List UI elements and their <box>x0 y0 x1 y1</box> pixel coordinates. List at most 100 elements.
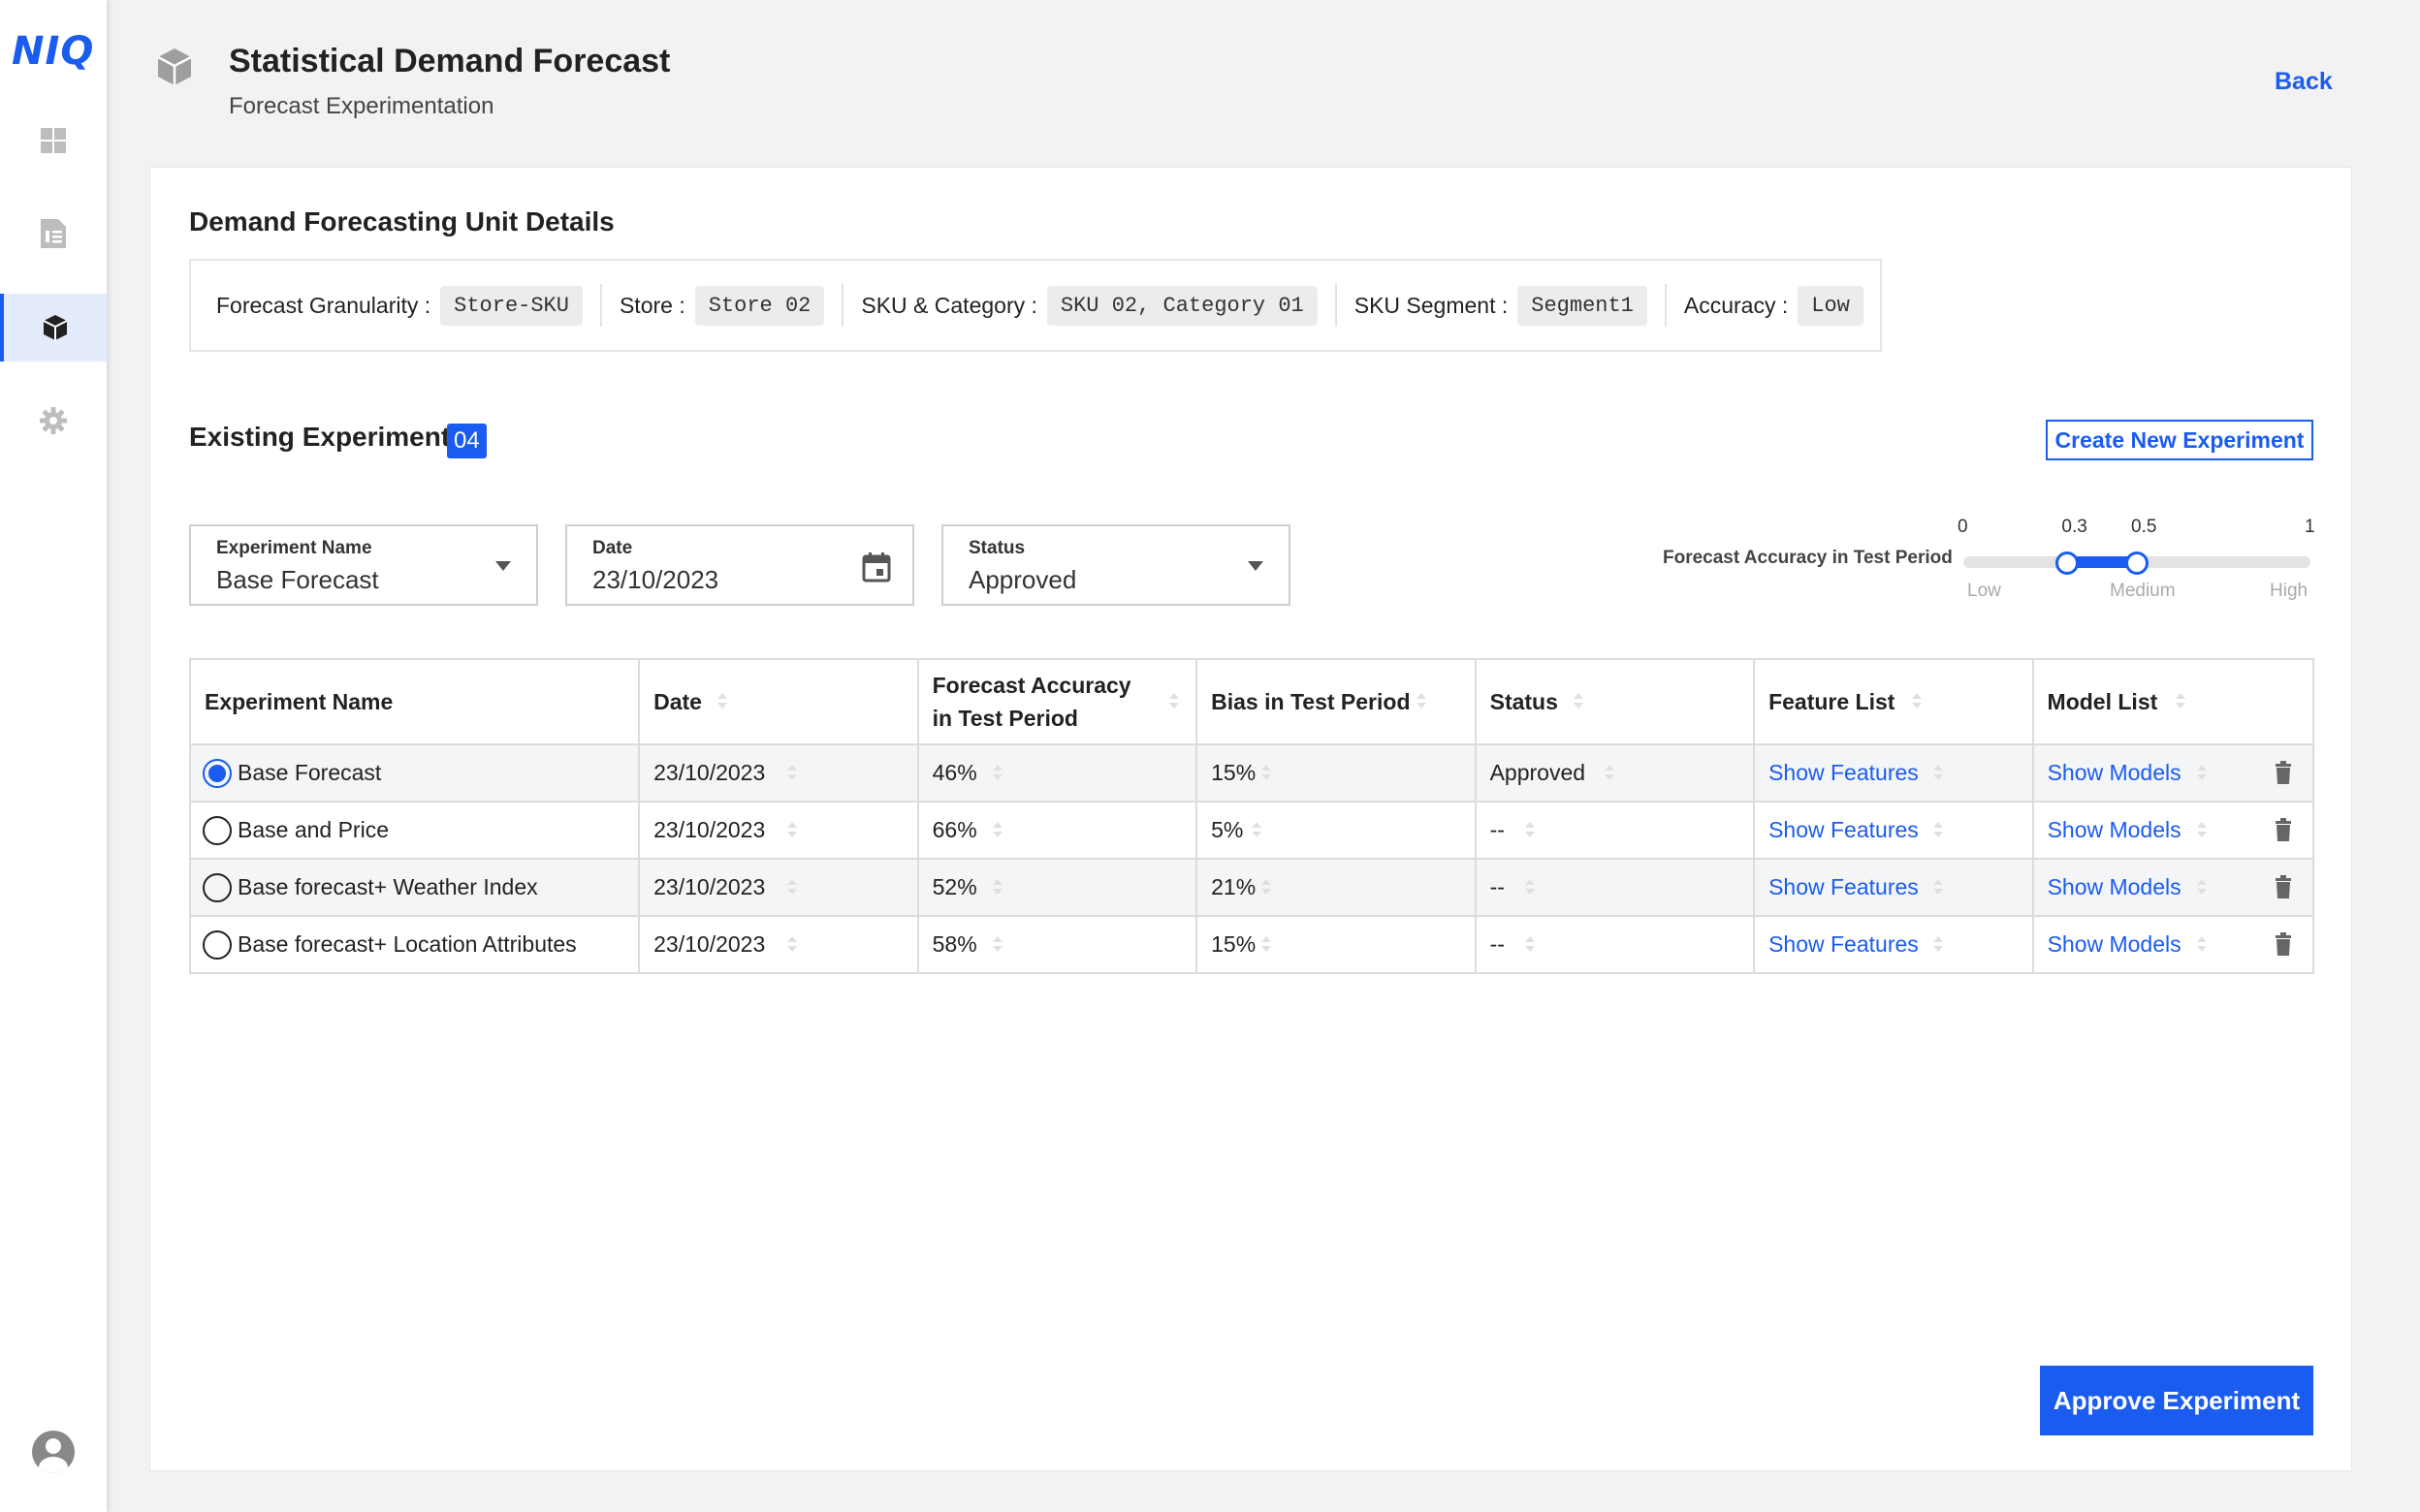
experiment-name: Base forecast+ Weather Index <box>238 874 538 899</box>
slider-thumb-high[interactable] <box>2125 551 2149 575</box>
sort-icon[interactable] <box>1573 693 1583 710</box>
column-header-accuracy[interactable]: Forecast Accuracy in Test Period <box>916 660 1196 743</box>
sort-icon <box>1261 765 1272 782</box>
column-header-label: Feature List <box>1768 689 1895 714</box>
table-row[interactable]: Base and Price 23/10/2023 66% 5% -- Show… <box>191 801 2312 858</box>
show-models-link[interactable]: Show Models <box>2048 874 2181 900</box>
sort-icon[interactable] <box>1417 693 1427 710</box>
range-word-low: Low <box>1967 581 2001 601</box>
sort-icon <box>2196 879 2207 897</box>
bias-cell: 15% <box>1195 745 1474 801</box>
row-select-radio[interactable] <box>203 758 232 788</box>
dfu-label: Forecast Granularity : <box>216 292 431 318</box>
status-cell: -- <box>1474 917 1753 972</box>
filter-value: Base Forecast <box>216 565 379 594</box>
sort-icon <box>1252 822 1262 839</box>
status-select[interactable]: Status Approved <box>941 524 1290 606</box>
sort-icon <box>1261 879 1272 897</box>
show-features-link[interactable]: Show Features <box>1768 931 1919 958</box>
column-header-status[interactable]: Status <box>1474 660 1753 743</box>
column-header-feature-list[interactable]: Feature List <box>1753 660 2031 743</box>
sort-icon <box>1933 936 1944 954</box>
row-select-radio[interactable] <box>203 872 232 902</box>
dfu-accuracy: Accuracy : Low <box>1684 285 1863 326</box>
experiment-name-cell: Base forecast+ Location Attributes <box>191 917 638 972</box>
column-header-model-list[interactable]: Model List <box>2031 660 2312 743</box>
avatar-body <box>39 1457 68 1473</box>
sort-icon <box>992 879 1003 897</box>
sort-icon <box>787 879 798 897</box>
column-header-label: Bias in Test Period <box>1211 689 1411 714</box>
sort-icon <box>1933 765 1944 782</box>
column-header-bias[interactable]: Bias in Test Period <box>1195 660 1474 743</box>
sidebar-item-reports[interactable] <box>0 200 107 268</box>
show-models-link[interactable]: Show Models <box>2048 760 2181 786</box>
sidebar-item-dashboard[interactable] <box>0 107 107 174</box>
experiments-section-title: Existing Experiments <box>189 422 465 452</box>
cube-icon <box>43 315 68 340</box>
show-features-link[interactable]: Show Features <box>1768 817 1919 843</box>
dfu-value-chip: Store 02 <box>694 285 825 326</box>
experiment-bias: 21% <box>1211 874 1257 899</box>
experiment-bias: 5% <box>1211 817 1244 842</box>
dfu-details: Forecast Granularity : Store-SKU Store :S… <box>189 259 1882 352</box>
trash-icon[interactable] <box>2274 818 2293 841</box>
bias-cell: 21% <box>1195 860 1474 915</box>
experiment-bias: 15% <box>1211 931 1257 957</box>
dfu-value-chip: Low <box>1798 285 1863 326</box>
sort-icon <box>787 765 798 782</box>
column-header-experiment-name[interactable]: Experiment Name <box>191 660 638 743</box>
row-select-radio[interactable] <box>203 815 232 845</box>
sidebar-item-forecast[interactable] <box>0 294 107 362</box>
show-models-link[interactable]: Show Models <box>2048 817 2181 843</box>
slider-thumb-low[interactable] <box>2055 551 2080 575</box>
column-header-label: Forecast Accuracy in Test Period <box>932 673 1131 731</box>
experiment-date: 23/10/2023 <box>653 760 766 785</box>
slider-tick: 0 <box>1958 517 1968 537</box>
table-row[interactable]: Base Forecast 23/10/2023 46% 15% Approve… <box>191 743 2312 801</box>
show-models-link[interactable]: Show Models <box>2048 931 2181 958</box>
experiment-name-cell: Base and Price <box>191 803 638 858</box>
table-row[interactable]: Base forecast+ Weather Index 23/10/2023 … <box>191 858 2312 915</box>
feature-list-cell: Show Features <box>1753 745 2031 801</box>
status-cell: Approved <box>1474 745 1753 801</box>
row-select-radio[interactable] <box>203 929 232 960</box>
user-avatar-icon[interactable] <box>32 1431 75 1473</box>
divider <box>599 284 602 327</box>
sort-icon <box>992 765 1003 782</box>
date-cell: 23/10/2023 <box>638 860 916 915</box>
experiments-table: Experiment Name Date Forecast Accuracy i… <box>189 658 2314 974</box>
divider <box>1334 284 1337 327</box>
date-picker[interactable]: Date 23/10/2023 <box>565 524 914 606</box>
accuracy-cell: 46% <box>916 745 1195 801</box>
show-features-link[interactable]: Show Features <box>1768 874 1919 900</box>
status-cell: -- <box>1474 803 1753 858</box>
trash-icon[interactable] <box>2274 761 2293 784</box>
calendar-icon[interactable] <box>862 551 891 583</box>
sort-icon <box>1524 822 1535 839</box>
dfu-label: Store : <box>619 292 685 318</box>
feature-list-cell: Show Features <box>1753 860 2031 915</box>
sidebar-item-settings[interactable] <box>0 387 107 455</box>
experiment-name: Base and Price <box>238 817 389 842</box>
sort-icon <box>1933 822 1944 839</box>
dfu-value-chip: Segment1 <box>1517 285 1647 326</box>
sort-icon <box>1524 879 1535 897</box>
experiment-name-select[interactable]: Experiment Name Base Forecast <box>189 524 538 606</box>
create-experiment-button[interactable]: Create New Experiment <box>2046 420 2313 460</box>
column-header-date[interactable]: Date <box>638 660 916 743</box>
table-row[interactable]: Base forecast+ Location Attributes 23/10… <box>191 915 2312 972</box>
experiment-date: 23/10/2023 <box>653 874 766 899</box>
sort-icon[interactable] <box>1168 693 1179 710</box>
niq-logo[interactable]: NIQ <box>12 29 95 74</box>
show-features-link[interactable]: Show Features <box>1768 760 1919 786</box>
back-link[interactable]: Back <box>2275 68 2333 96</box>
sort-icon[interactable] <box>2175 693 2185 710</box>
trash-icon[interactable] <box>2274 875 2293 898</box>
approve-experiment-button[interactable]: Approve Experiment <box>2040 1366 2313 1435</box>
sort-icon[interactable] <box>717 693 728 710</box>
trash-icon[interactable] <box>2274 932 2293 956</box>
page-subtitle: Forecast Experimentation <box>229 93 494 119</box>
sort-icon[interactable] <box>1912 693 1923 710</box>
accuracy-cell: 58% <box>916 917 1195 972</box>
